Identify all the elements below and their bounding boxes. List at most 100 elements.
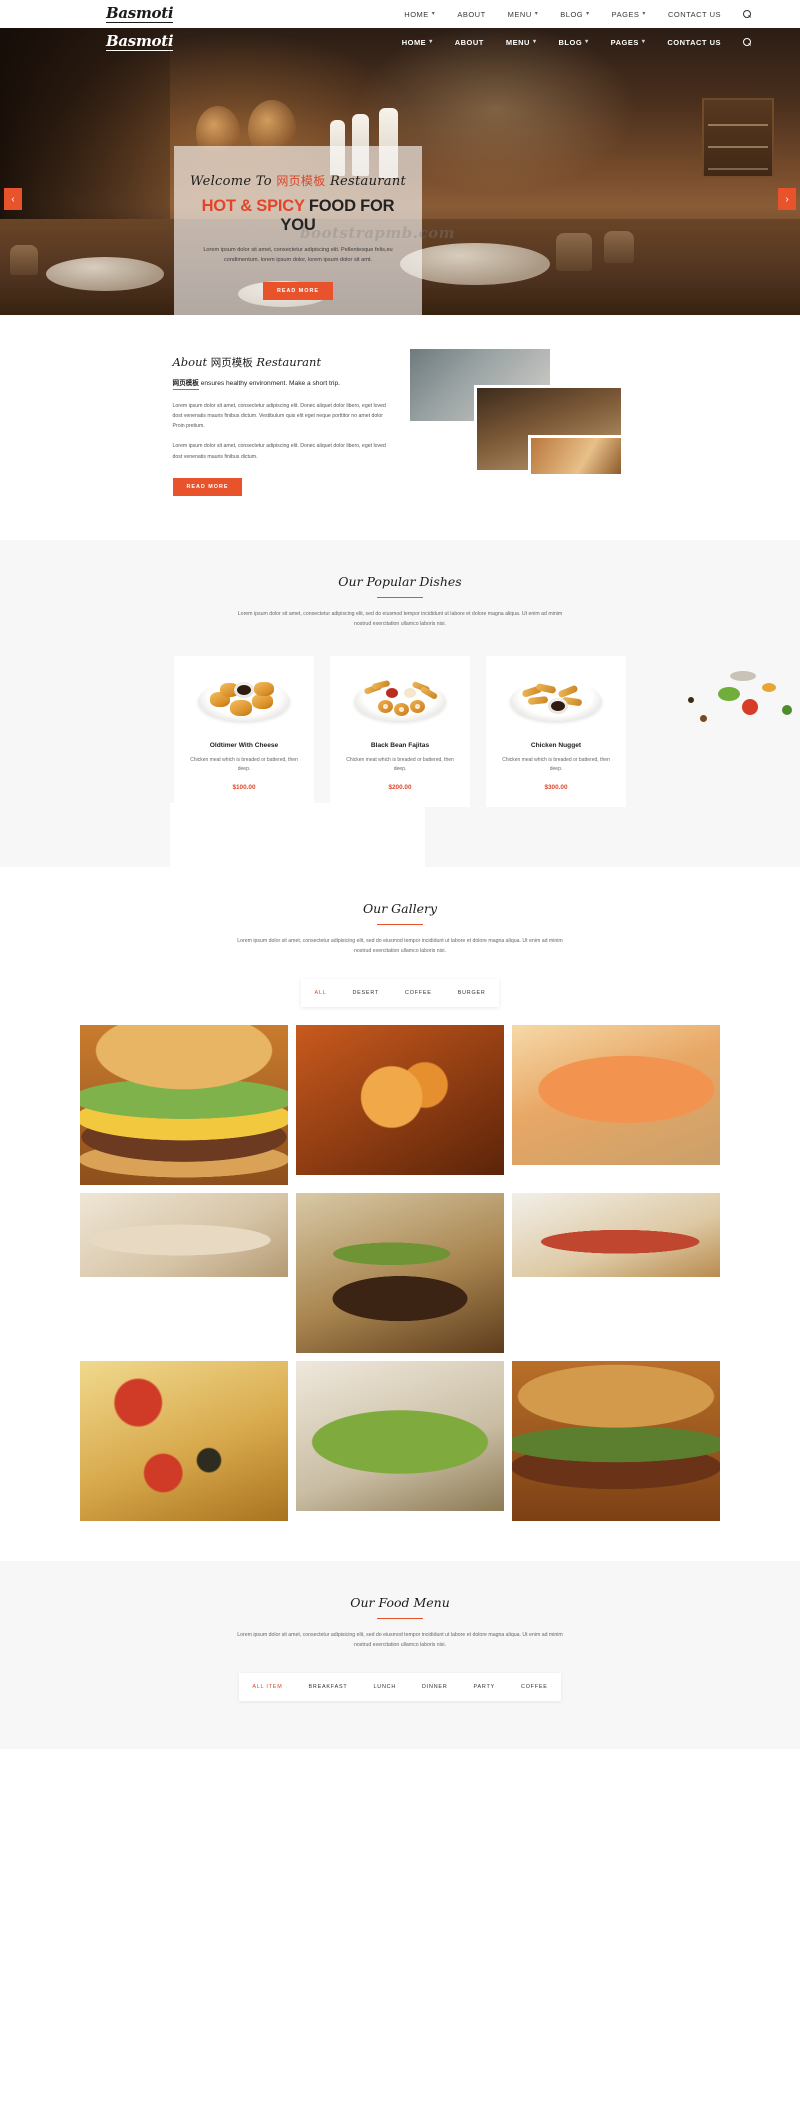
food-menu-tab-dinner[interactable]: DINNER [409,1673,460,1701]
sauce-bowl-icon [548,698,568,715]
about-photo-counter [527,435,624,477]
hero-table [46,257,164,291]
gallery-image-steak [80,1192,288,1277]
herb-icon [782,704,792,715]
gallery-filter-desert[interactable]: DESERT [339,979,392,1007]
nav-label: CONTACT US [667,9,721,19]
gallery-item[interactable] [80,1360,288,1521]
brand-name: Basmoti [106,32,174,51]
food-menu-tab-lunch[interactable]: LUNCH [360,1673,409,1701]
logo-overlay[interactable]: Basmoti [106,32,174,51]
top-navbar: Basmoti HOME ▾ ABOUT MENU ▾ BLOG ▾ PAGES ▾ C… [0,0,800,28]
nav-item-contact-us[interactable]: CONTACT US [667,38,721,47]
hero-welcome-line: Welcome To 网页模板 Restaurant [188,172,408,189]
brand-name: Basmoti [106,4,174,23]
about-heading-prefix: About [172,355,211,369]
nav-item-blog[interactable]: BLOG ▾ [560,10,589,19]
nav-item-pages[interactable]: PAGES ▾ [612,10,646,19]
about-sub-rest: ensures healthy environment. Make a shor… [198,380,340,387]
dish-name: Oldtimer With Cheese [209,742,279,750]
search-icon[interactable] [743,37,752,47]
nav-item-blog[interactable]: BLOG ▾ [558,38,588,47]
gallery-item[interactable] [296,1360,504,1511]
gallery-filter-bar: ALL DESERT COFFEE BURGER [0,978,800,1007]
chevron-down-icon: ▾ [532,39,537,45]
sauce-bowl-icon [234,682,254,699]
gallery-filter-burger[interactable]: BURGER [445,979,499,1007]
food-menu-title: Our Food Menu [350,1594,450,1610]
gallery-item[interactable] [512,1192,720,1277]
dish-card[interactable]: Chicken Nugget Chicken meat which is bre… [486,656,626,807]
dish-description: Chicken meat which is breaded or battere… [346,757,454,773]
food-menu-description: Lorem ipsum dolor sit amet, consectetur … [237,1632,563,1649]
nav-item-menu[interactable]: MENU ▾ [506,38,537,47]
gallery-item[interactable] [512,1360,720,1521]
dish-image-oldtimer-with-cheese [194,670,294,728]
gallery-filter-coffee[interactable]: COFFEE [392,979,445,1007]
gallery-image-big-burger [512,1360,720,1521]
nav-label: BLOG [560,9,584,19]
gallery-grid [80,1024,720,1521]
onion-ring-icon [410,700,425,714]
slider-next-button[interactable]: › [778,188,796,210]
search-icon[interactable] [743,9,752,19]
gallery-item[interactable] [296,1192,504,1353]
overlap-white-panel [170,802,425,867]
dish-price: $100.00 [232,783,256,791]
about-heading-cn: 网页模板 [210,357,253,369]
nav-item-menu[interactable]: MENU ▾ [508,10,539,19]
chevron-down-icon: ▾ [431,11,436,17]
nugget-icon [254,682,274,697]
food-menu-tab-all-item[interactable]: ALL ITEM [239,1673,295,1701]
hero-welcome-prefix: Welcome To [189,174,277,189]
gallery-item[interactable] [296,1024,504,1175]
about-heading: About 网页模板 Restaurant [173,355,388,370]
nav-item-home[interactable]: HOME ▾ [404,10,435,19]
food-menu-tab-party[interactable]: PARTY [461,1673,508,1701]
chevron-down-icon: ▾ [642,11,646,17]
nav-label: ABOUT [454,37,484,47]
sauce-dip-icon [404,688,416,699]
about-section: About 网页模板 Restaurant 网页模板 ensures healt… [0,315,800,540]
nav-item-pages[interactable]: PAGES ▾ [611,38,646,47]
chevron-down-icon: ▾ [429,39,433,45]
nav-item-home[interactable]: HOME ▾ [402,38,433,47]
hero-table [400,243,550,285]
dish-image-black-bean-fajitas [350,670,450,728]
dish-description: Chicken meat which is breaded or battere… [190,757,298,773]
dishes-title: Our Popular Dishes [338,573,462,589]
hero-read-more-button[interactable]: READ MORE [263,281,333,300]
dish-card[interactable]: Oldtimer With Cheese Chicken meat which … [174,656,314,807]
gallery-description: Lorem ipsum dolor sit amet, consectetur … [237,938,563,955]
hero-chair [604,231,634,263]
gallery-item[interactable] [80,1192,288,1277]
gallery-item[interactable] [80,1024,288,1185]
nav-item-about[interactable]: ABOUT [455,38,484,47]
gallery-item[interactable] [512,1024,720,1165]
food-menu-tab-breakfast[interactable]: BREAKFAST [296,1673,361,1701]
nav-item-about[interactable]: ABOUT [457,10,485,19]
logo[interactable]: Basmoti [106,4,174,23]
nav-item-contact-us[interactable]: CONTACT US [668,10,721,19]
onion-ring-icon [378,700,393,714]
gallery-image-burger [80,1024,288,1185]
dish-name: Chicken Nugget [530,742,582,750]
about-text-column: About 网页模板 Restaurant 网页模板 ensures healt… [172,349,388,496]
about-image-collage [409,349,625,484]
nav-label: HOME [401,37,427,47]
hero-shelf [702,98,774,178]
dish-image-chicken-nugget [506,670,606,728]
onion-ring-icon [394,703,409,717]
sauce-dip-icon [386,688,398,699]
nugget-icon [252,694,273,710]
about-sub-strong: 网页模板 [172,380,199,390]
chevron-down-icon: ▾ [586,11,590,17]
nav-label: PAGES [610,37,639,47]
about-read-more-button[interactable]: READ MORE [172,477,243,496]
dish-card[interactable]: Black Bean Fajitas Chicken meat which is… [330,656,470,807]
slider-prev-button[interactable]: ‹ [4,188,22,210]
gallery-filter-all[interactable]: ALL [301,979,339,1007]
nugget-icon [230,700,252,717]
food-menu-tab-coffee[interactable]: COFFEE [508,1673,561,1701]
nav-label: HOME [404,9,429,19]
